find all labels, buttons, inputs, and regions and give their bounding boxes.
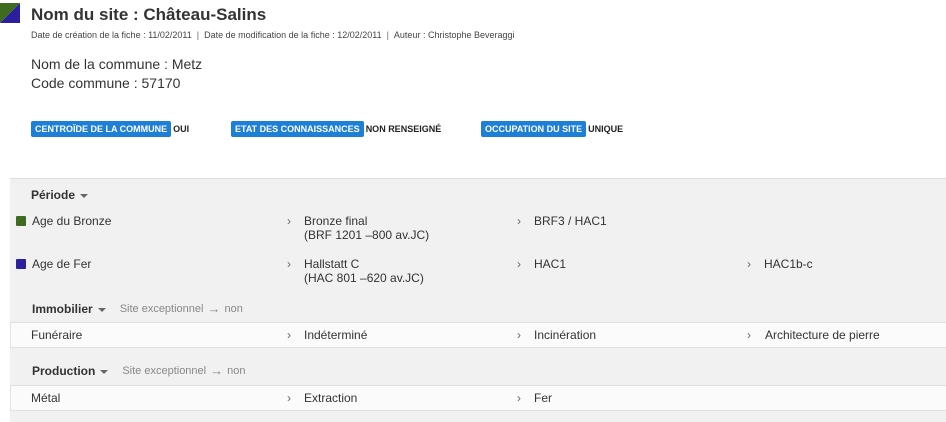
site-exceptionnel-value: non: [224, 302, 243, 315]
tag-label: OCCUPATION DU SITE: [481, 121, 587, 137]
chevron-right-icon: ›: [517, 328, 521, 342]
immobilier-category: Funéraire: [31, 328, 83, 342]
arrow-right-icon: →: [207, 301, 221, 316]
separator: |: [196, 30, 200, 40]
periode-phase: HAC1: [534, 257, 567, 271]
creation-date: Date de création de la fiche : 11/02/201…: [31, 30, 192, 40]
tag-etat-connaissances: ETAT DES CONNAISSANCES NON RENSEIGNÉ: [231, 121, 441, 137]
production-toggle[interactable]: Production: [32, 364, 95, 378]
periode-phase: BRF3 / HAC1: [534, 214, 607, 228]
tag-value: OUI: [173, 124, 190, 134]
immobilier-detail: Architecture de pierre: [765, 328, 880, 342]
chevron-right-icon: ›: [287, 214, 291, 228]
chevron-down-icon[interactable]: [97, 307, 106, 312]
production-section-header: Production Site exceptionnel → non: [32, 363, 245, 378]
chevron-right-icon: ›: [287, 391, 291, 405]
periode-sub: Hallstatt C: [304, 257, 360, 271]
commune-name: Nom de la commune : Metz: [31, 56, 203, 72]
periode-sub: Bronze final: [304, 214, 368, 228]
immobilier-section-header: Immobilier Site exceptionnel → non: [32, 301, 243, 316]
tag-centroide: CENTROÏDE DE LA COMMUNE OUI: [31, 121, 189, 137]
site-exceptionnel-label: Site exceptionnel: [122, 364, 207, 377]
section-heading: Période: [31, 188, 76, 202]
site-exceptionnel-value: non: [227, 364, 246, 377]
periode-toggle[interactable]: Période: [31, 188, 89, 202]
record-metadata: Date de création de la fiche : 11/02/201…: [31, 30, 515, 40]
chevron-right-icon: ›: [517, 257, 521, 271]
immobilier-subtype: Incinération: [534, 328, 597, 342]
site-type-icon: [0, 3, 20, 23]
chevron-down-icon[interactable]: [100, 369, 109, 374]
bronze-color-swatch: [16, 216, 26, 226]
chevron-right-icon: ›: [517, 214, 521, 228]
periode-name: Age du Bronze: [32, 214, 112, 228]
tag-occupation: OCCUPATION DU SITE UNIQUE: [481, 121, 623, 137]
arrow-right-icon: →: [210, 363, 224, 378]
chevron-right-icon: ›: [517, 391, 521, 405]
production-category: Métal: [31, 391, 61, 405]
periode-sub-dates: (HAC 801 –620 av.JC): [304, 271, 424, 285]
production-row: [10, 385, 946, 411]
commune-code: Code commune : 57170: [31, 75, 181, 91]
site-exceptionnel-label: Site exceptionnel: [119, 302, 204, 315]
chevron-right-icon: ›: [747, 328, 751, 342]
chevron-right-icon: ›: [287, 257, 291, 271]
page-title: Nom du site : Château-Salins: [31, 5, 267, 24]
immobilier-type: Indéterminé: [304, 328, 368, 342]
periode-name: Age de Fer: [32, 257, 92, 271]
tag-label: ETAT DES CONNAISSANCES: [231, 121, 364, 137]
site-exceptionnel: Site exceptionnel → non: [122, 363, 245, 378]
modification-date: Date de modification de la fiche : 12/02…: [204, 30, 382, 40]
periode-subphase: HAC1b-c: [764, 257, 813, 271]
periode-sub-dates: (BRF 1201 –800 av.JC): [304, 228, 430, 242]
fer-color-swatch: [16, 259, 26, 269]
author: Auteur : Christophe Beveraggi: [393, 30, 515, 40]
site-exceptionnel: Site exceptionnel → non: [120, 301, 243, 316]
chevron-right-icon: ›: [287, 328, 291, 342]
tag-label: CENTROÏDE DE LA COMMUNE: [31, 121, 172, 137]
tag-value: UNIQUE: [588, 124, 624, 134]
chevron-down-icon: [80, 194, 89, 198]
production-subtype: Fer: [534, 391, 552, 405]
separator: |: [386, 30, 389, 40]
production-type: Extraction: [304, 391, 358, 405]
immobilier-toggle[interactable]: Immobilier: [32, 302, 93, 316]
chevron-right-icon: ›: [747, 257, 751, 271]
tag-value: NON RENSEIGNÉ: [365, 124, 442, 134]
